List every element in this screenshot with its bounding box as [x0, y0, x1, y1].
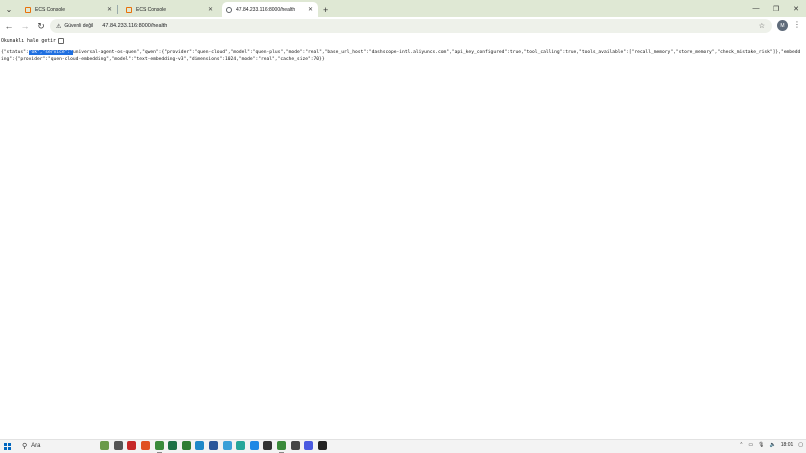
discord-icon[interactable] [304, 441, 314, 450]
bookmark-star-icon[interactable]: ☆ [759, 22, 765, 30]
tab-ecs-console-1[interactable]: ECS Console ✕ [21, 2, 117, 17]
windows-start-icon[interactable] [4, 443, 11, 450]
forward-button[interactable]: → [18, 19, 32, 33]
edge-icon[interactable] [195, 441, 205, 450]
ecs-console-icon [25, 6, 31, 13]
more-menu-icon[interactable]: ⋮ [793, 20, 801, 29]
ecs-console-icon [126, 6, 132, 13]
security-indicator[interactable]: ⚠ Güvenli değil [56, 23, 93, 30]
globe-icon [226, 6, 232, 13]
arrow-left-icon: ← [4, 21, 14, 31]
pretty-print-toggle[interactable]: Okunaklı hale getir [1, 38, 64, 44]
terminal-icon[interactable] [290, 441, 300, 450]
url-text[interactable]: 47.84.233.116:8000/health [102, 23, 167, 29]
app-icon[interactable] [236, 441, 246, 450]
new-tab-button[interactable]: + [323, 5, 328, 15]
close-icon: ✕ [793, 5, 799, 13]
json-text-selected: "ok","service":" [28, 50, 73, 55]
chrome-running-icon[interactable] [277, 441, 287, 453]
chevron-up-icon[interactable]: ⌃ [739, 442, 743, 448]
json-text-start: {"status": [1, 50, 29, 55]
file-explorer-icon[interactable] [127, 441, 137, 450]
browser-toolbar: ← → ↻ ⚠ Güvenli değil 47.84.233.116:8000… [0, 17, 806, 35]
arrow-right-icon: → [20, 21, 30, 31]
pretty-print-checkbox[interactable] [57, 38, 64, 44]
chrome-profile-icon[interactable] [181, 441, 191, 450]
taskbar: ⚲ Ara ⌃ ▭ 🎙 🔈 18:01 ▢ [0, 439, 806, 453]
maximize-button[interactable]: ❐ [766, 0, 786, 17]
search-icon: ⚲ [22, 443, 28, 450]
reload-icon: ↻ [37, 20, 45, 31]
tab-ecs-console-2[interactable]: ECS Console ✕ [122, 2, 218, 17]
vscode-icon[interactable] [249, 441, 259, 450]
widgets-icon[interactable] [100, 441, 110, 450]
microphone-icon[interactable]: 🎙 [758, 442, 764, 448]
tab-title: 47.84.233.116:8000/health [236, 6, 296, 13]
profile-avatar[interactable]: M [777, 20, 788, 31]
system-tray: ⌃ ▭ 🎙 🔈 18:01 ▢ [734, 442, 803, 448]
browser-app-icon[interactable] [222, 441, 232, 450]
tab-health[interactable]: 47.84.233.116:8000/health ✕ [222, 2, 318, 17]
network-icon[interactable]: ▭ [748, 442, 753, 448]
tab-search-button[interactable]: ⌄ [1, 1, 17, 17]
github-icon[interactable] [317, 441, 327, 450]
plus-icon: + [323, 5, 329, 15]
notification-icon[interactable]: ▢ [798, 442, 803, 448]
close-window-button[interactable]: ✕ [786, 0, 806, 17]
back-button[interactable]: ← [2, 19, 16, 33]
close-icon[interactable]: ✕ [208, 6, 213, 13]
json-response: {"status":"ok","service":"universal-agen… [1, 50, 801, 63]
tab-strip: ⌄ ECS Console ✕ ECS Console ✕ 47.84.233.… [0, 0, 806, 17]
chrome-icon[interactable] [154, 441, 164, 453]
window-controls: — ❐ ✕ [746, 0, 806, 17]
close-icon[interactable]: ✕ [107, 6, 112, 13]
security-label: Güvenli değil [64, 23, 94, 29]
pretty-print-label: Okunaklı hale getir [1, 38, 56, 44]
minimize-icon: — [752, 5, 760, 12]
taskbar-search[interactable]: ⚲ Ara [22, 442, 40, 450]
excel-icon[interactable] [168, 441, 178, 450]
tab-title: ECS Console [136, 6, 167, 13]
minimize-button[interactable]: — [746, 0, 766, 17]
clock[interactable]: 18:01 [781, 442, 794, 448]
taskbar-search-label: Ara [31, 443, 41, 449]
taskbar-apps [98, 441, 329, 453]
json-text-end: universal-agent-os-quen","qwen":{"provid… [1, 50, 801, 62]
close-icon[interactable]: ✕ [308, 6, 313, 13]
brave-icon[interactable] [141, 441, 151, 450]
speaker-icon[interactable]: 🔈 [770, 442, 776, 448]
app-dark-icon[interactable] [263, 441, 273, 450]
warning-icon: ⚠ [56, 23, 62, 30]
address-bar[interactable]: ⚠ Güvenli değil 47.84.233.116:8000/healt… [50, 19, 772, 33]
reload-button[interactable]: ↻ [34, 19, 48, 33]
tab-title: ECS Console [35, 6, 66, 13]
tab-separator [117, 5, 118, 14]
word-icon[interactable] [209, 441, 219, 450]
restore-icon: ❐ [772, 5, 780, 13]
chevron-down-icon: ⌄ [5, 4, 13, 14]
task-view-icon[interactable] [113, 441, 123, 450]
